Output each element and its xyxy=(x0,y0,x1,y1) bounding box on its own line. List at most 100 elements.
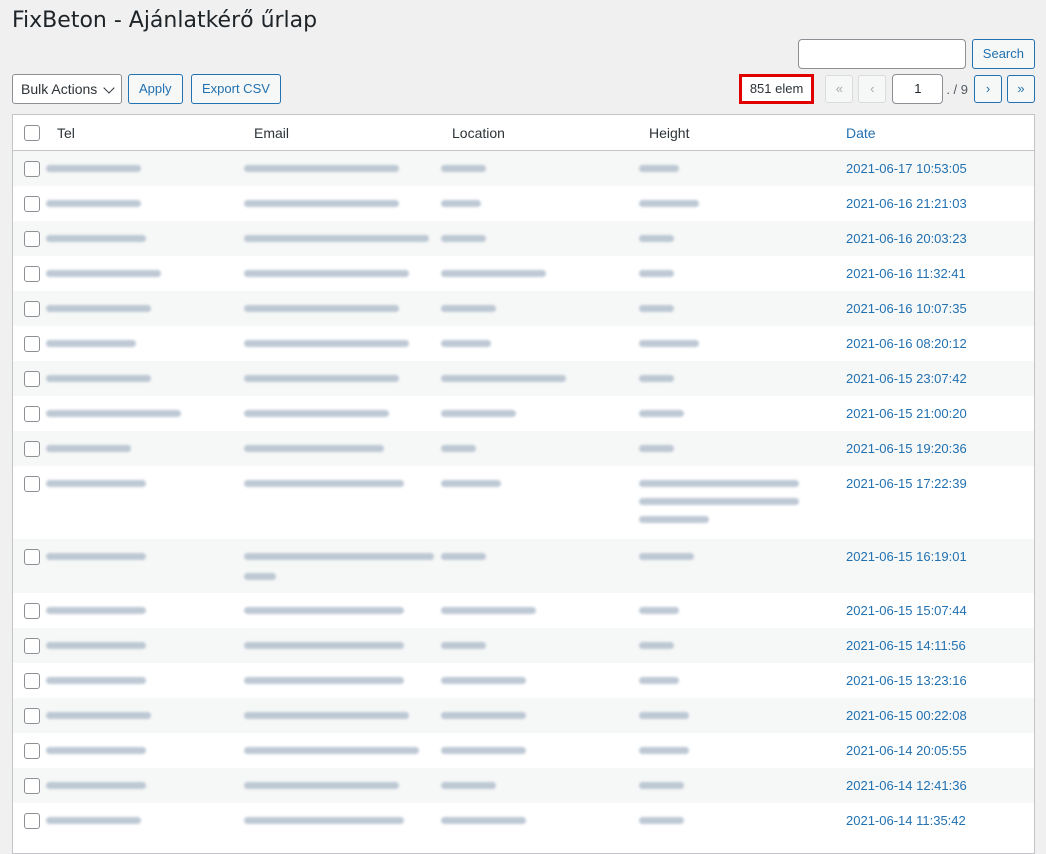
height-redacted xyxy=(639,445,674,452)
table-row: 2021-06-14 12:41:36 xyxy=(13,768,1034,803)
email-redacted xyxy=(244,445,384,452)
row-checkbox[interactable] xyxy=(24,743,40,759)
height-redacted xyxy=(639,340,699,347)
height-redacted xyxy=(639,165,679,172)
tel-redacted xyxy=(46,817,141,824)
row-checkbox[interactable] xyxy=(24,549,40,565)
location-redacted xyxy=(441,817,526,824)
email-redacted xyxy=(244,375,399,382)
email-redacted xyxy=(244,817,404,824)
table-row: 2021-06-15 13:23:16 xyxy=(13,663,1034,698)
export-csv-button[interactable]: Export CSV xyxy=(191,74,281,104)
row-checkbox[interactable] xyxy=(24,161,40,177)
height-redacted xyxy=(639,782,684,789)
date-link[interactable]: 2021-06-15 17:22:39 xyxy=(846,476,967,491)
date-link[interactable]: 2021-06-15 19:20:36 xyxy=(846,441,967,456)
apply-button[interactable]: Apply xyxy=(128,74,183,104)
email-redacted xyxy=(244,165,399,172)
date-link[interactable]: 2021-06-15 00:22:08 xyxy=(846,708,967,723)
search-button[interactable]: Search xyxy=(971,39,1035,69)
table-header: Tel Email Location Height Date xyxy=(13,115,1034,151)
row-checkbox[interactable] xyxy=(24,708,40,724)
email-redacted xyxy=(244,573,276,580)
row-checkbox[interactable] xyxy=(24,266,40,282)
date-link[interactable]: 2021-06-15 15:07:44 xyxy=(846,603,967,618)
height-redacted xyxy=(639,677,679,684)
tel-redacted xyxy=(46,340,136,347)
search-input[interactable] xyxy=(797,39,966,69)
height-redacted xyxy=(639,375,674,382)
row-checkbox[interactable] xyxy=(24,673,40,689)
tel-redacted xyxy=(46,165,141,172)
tel-redacted xyxy=(46,235,146,242)
row-checkbox[interactable] xyxy=(24,301,40,317)
location-redacted xyxy=(441,712,526,719)
date-link[interactable]: 2021-06-16 10:07:35 xyxy=(846,301,967,316)
last-page-button[interactable]: » xyxy=(1007,75,1035,103)
date-link[interactable]: 2021-06-17 10:53:05 xyxy=(846,161,967,176)
email-redacted xyxy=(244,410,389,417)
date-link[interactable]: 2021-06-14 12:41:36 xyxy=(846,778,967,793)
row-checkbox[interactable] xyxy=(24,476,40,492)
email-redacted xyxy=(244,340,409,347)
date-link[interactable]: 2021-06-16 20:03:23 xyxy=(846,231,967,246)
row-checkbox[interactable] xyxy=(24,778,40,794)
location-redacted xyxy=(441,165,486,172)
search-box: Search xyxy=(797,39,1035,69)
chevron-down-icon xyxy=(103,82,115,94)
height-redacted xyxy=(639,642,674,649)
column-header-location: Location xyxy=(452,125,505,141)
tablenav-top: Bulk Actions Apply Export CSV 851 elem «… xyxy=(12,74,1035,104)
email-redacted xyxy=(244,712,409,719)
date-link[interactable]: 2021-06-14 11:35:42 xyxy=(846,813,966,828)
date-link[interactable]: 2021-06-15 14:11:56 xyxy=(846,638,966,653)
height-redacted xyxy=(639,498,799,505)
height-redacted xyxy=(639,553,694,560)
tel-redacted xyxy=(46,712,151,719)
tel-redacted xyxy=(46,305,151,312)
height-redacted xyxy=(639,747,689,754)
height-redacted xyxy=(639,516,709,523)
location-redacted xyxy=(441,553,486,560)
select-all-checkbox[interactable] xyxy=(24,125,40,141)
column-header-tel: Tel xyxy=(57,125,75,141)
row-checkbox[interactable] xyxy=(24,813,40,829)
date-sort-link[interactable]: Date xyxy=(846,125,876,141)
date-link[interactable]: 2021-06-16 21:21:03 xyxy=(846,196,967,211)
table-row: 2021-06-15 00:22:08 xyxy=(13,698,1034,733)
tel-redacted xyxy=(46,607,146,614)
bulk-actions-label: Bulk Actions xyxy=(21,81,98,97)
row-checkbox[interactable] xyxy=(24,231,40,247)
date-link[interactable]: 2021-06-15 13:23:16 xyxy=(846,673,967,688)
table-row: 2021-06-16 21:21:03 xyxy=(13,186,1034,221)
bulk-actions-select[interactable]: Bulk Actions xyxy=(12,74,122,104)
height-redacted xyxy=(639,480,799,487)
table-row: 2021-06-16 08:20:12 xyxy=(13,326,1034,361)
row-checkbox[interactable] xyxy=(24,441,40,457)
current-page-input[interactable]: 1 xyxy=(892,74,944,104)
table-row: 2021-06-15 15:07:44 xyxy=(13,593,1034,628)
date-link[interactable]: 2021-06-14 20:05:55 xyxy=(846,743,967,758)
date-link[interactable]: 2021-06-15 16:19:01 xyxy=(846,549,967,564)
table-row: 2021-06-15 23:07:42 xyxy=(13,361,1034,396)
email-redacted xyxy=(244,747,419,754)
row-checkbox[interactable] xyxy=(24,603,40,619)
date-link[interactable]: 2021-06-15 21:00:20 xyxy=(846,406,967,421)
tel-redacted xyxy=(46,270,161,277)
row-checkbox[interactable] xyxy=(24,336,40,352)
row-checkbox[interactable] xyxy=(24,371,40,387)
date-link[interactable]: 2021-06-15 23:07:42 xyxy=(846,371,967,386)
tel-redacted xyxy=(46,410,181,417)
height-redacted xyxy=(639,607,679,614)
location-redacted xyxy=(441,235,486,242)
date-link[interactable]: 2021-06-16 08:20:12 xyxy=(846,336,967,351)
date-link[interactable]: 2021-06-16 11:32:41 xyxy=(846,266,966,281)
next-page-button[interactable]: › xyxy=(974,75,1002,103)
row-checkbox[interactable] xyxy=(24,638,40,654)
height-redacted xyxy=(639,305,674,312)
row-checkbox[interactable] xyxy=(24,406,40,422)
height-redacted xyxy=(639,235,674,242)
location-redacted xyxy=(441,270,546,277)
column-header-date[interactable]: Date xyxy=(846,125,876,141)
row-checkbox[interactable] xyxy=(24,196,40,212)
